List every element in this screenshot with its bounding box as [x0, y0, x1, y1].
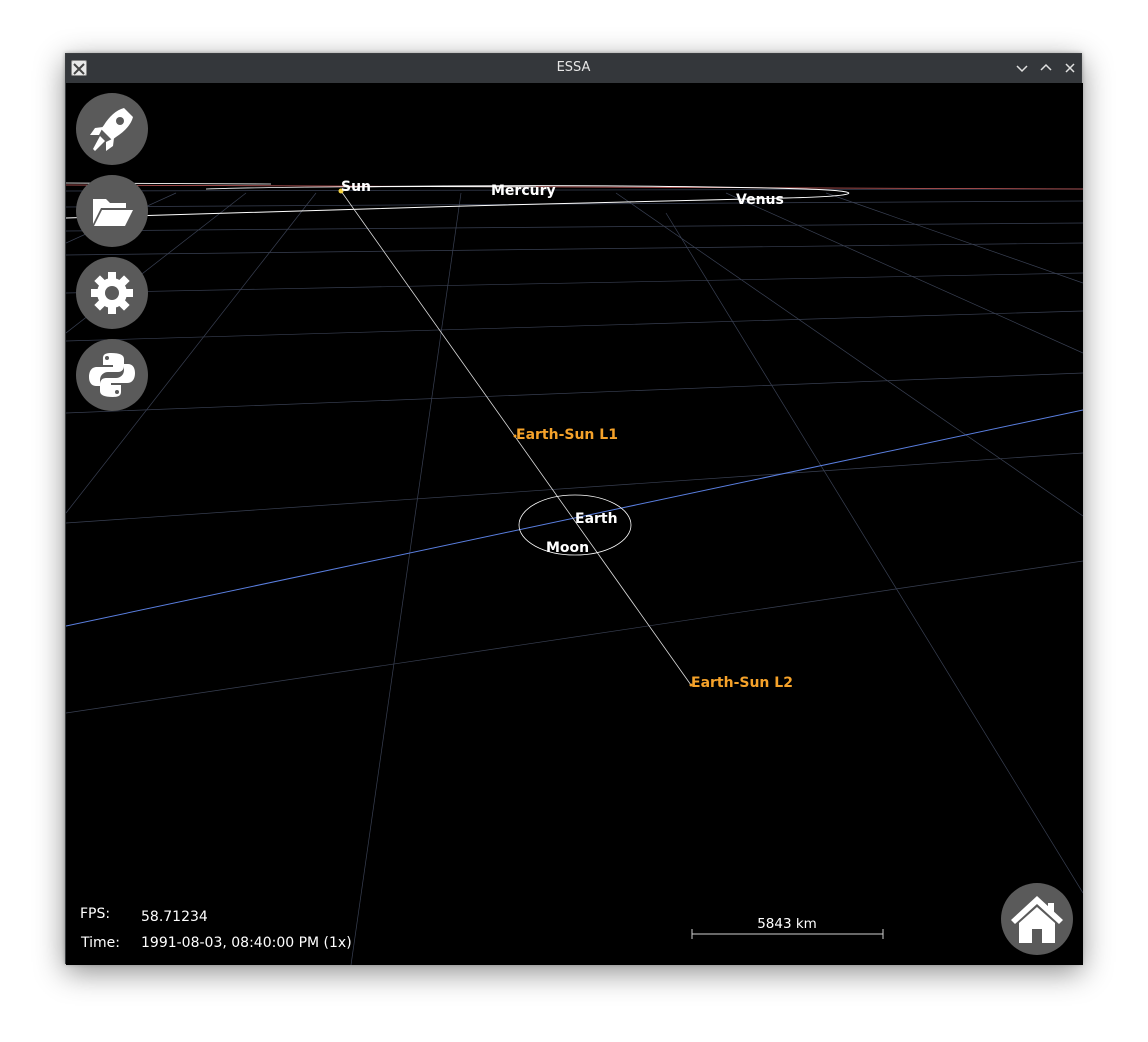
window-title: ESSA: [556, 60, 591, 75]
open-file-button[interactable]: [76, 175, 148, 247]
label-earth-sun-l1[interactable]: Earth-Sun L1: [516, 427, 618, 443]
settings-button[interactable]: [76, 257, 148, 329]
label-earth[interactable]: Earth: [575, 511, 618, 527]
label-mercury[interactable]: Mercury: [491, 183, 556, 199]
maximize-button[interactable]: [1036, 58, 1056, 78]
label-sun[interactable]: Sun: [341, 179, 371, 195]
create-object-button[interactable]: [76, 93, 148, 165]
grid-lines: [66, 188, 1083, 965]
python-icon: [89, 353, 135, 397]
fps-value: 58.71234: [141, 909, 208, 925]
chevron-up-icon: [1040, 63, 1052, 71]
close-icon: [1065, 63, 1075, 73]
scale-bar: [691, 929, 884, 939]
fps-label: FPS:: [80, 906, 111, 922]
chevron-down-icon: [1016, 65, 1028, 73]
minimize-button[interactable]: [1012, 58, 1032, 78]
label-venus[interactable]: Venus: [736, 192, 784, 208]
close-button[interactable]: [1060, 58, 1080, 78]
folder-open-icon: [93, 199, 133, 226]
rocket-icon: [90, 108, 133, 151]
home-icon: [1011, 896, 1063, 943]
title-bar[interactable]: ESSA: [66, 54, 1081, 84]
label-earth-sun-l2[interactable]: Earth-Sun L2: [691, 675, 793, 691]
label-moon[interactable]: Moon: [546, 540, 589, 556]
gear-icon: [91, 272, 133, 314]
python-console-button[interactable]: [76, 339, 148, 411]
time-value: 1991-08-03, 08:40:00 PM (1x): [141, 935, 352, 951]
app-window: ESSA Sun Mercury Venus Earth-Sun L1 Eart…: [65, 53, 1083, 965]
home-button[interactable]: [1001, 883, 1073, 955]
3d-viewport[interactable]: Sun Mercury Venus Earth-Sun L1 Earth Moo…: [66, 83, 1083, 965]
time-label: Time:: [81, 935, 120, 951]
